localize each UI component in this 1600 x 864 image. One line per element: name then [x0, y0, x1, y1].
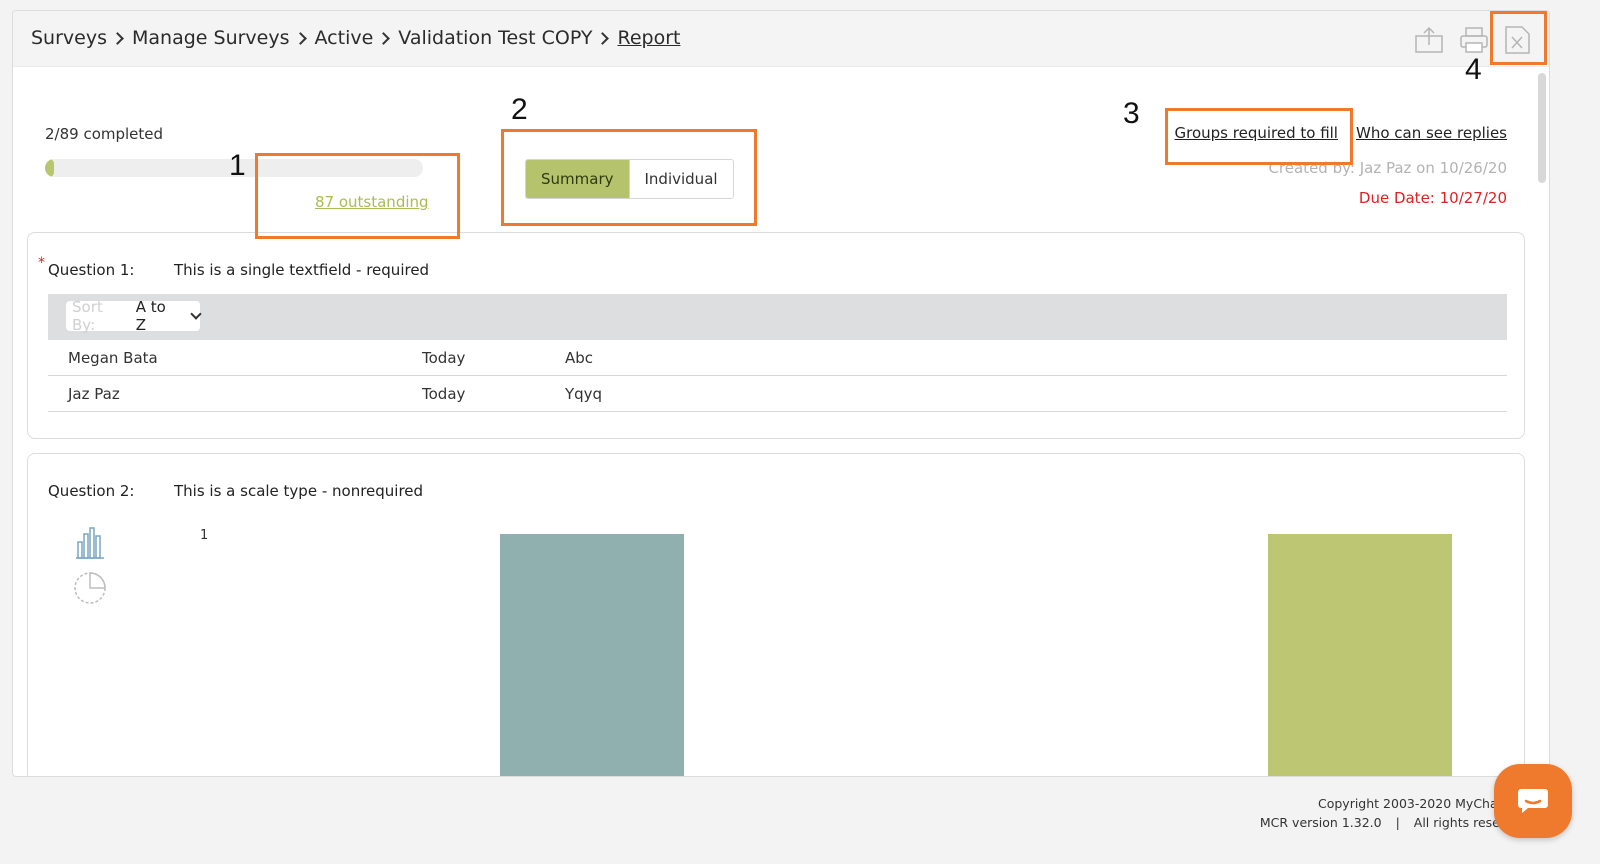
question-1-label: Question 1: — [48, 261, 135, 279]
y-tick-label: 1 — [200, 528, 208, 543]
annotation-box-4 — [1490, 11, 1547, 65]
sort-select[interactable]: Sort By: A to Z — [66, 298, 202, 334]
table-row: Megan Bata Today Abc — [48, 340, 1507, 376]
pie-chart-icon[interactable] — [72, 570, 108, 610]
footer-separator: | — [1395, 815, 1400, 830]
version-line: MCR version 1.32.0 | All rights reserved… — [1260, 813, 1532, 832]
respondent-name: Megan Bata — [68, 349, 158, 367]
chat-launcher-button[interactable] — [1494, 764, 1572, 838]
who-can-see-replies-link[interactable]: Who can see replies — [1356, 124, 1507, 142]
annotation-number-2: 2 — [511, 93, 528, 126]
version-text: MCR version 1.32.0 — [1259, 815, 1382, 830]
annotation-box-2 — [501, 129, 757, 226]
question-1-card: * Question 1: This is a single textfield… — [27, 232, 1525, 439]
report-panel: Surveys Manage Surveys Active Validation… — [12, 10, 1550, 777]
chart-bar-1 — [500, 534, 684, 776]
question-2-label: Question 2: — [48, 482, 135, 500]
chart-bar-2 — [1268, 534, 1452, 776]
page: Surveys Manage Surveys Active Validation… — [0, 0, 1600, 864]
annotation-number-1: 1 — [229, 149, 246, 182]
breadcrumb: Surveys Manage Surveys Active Validation… — [31, 27, 680, 49]
print-icon[interactable] — [1458, 25, 1490, 55]
breadcrumb-current-report[interactable]: Report — [617, 27, 680, 49]
sort-value: A to Z — [135, 298, 166, 334]
respondent-name: Jaz Paz — [68, 385, 120, 403]
question-2-card: Question 2: This is a scale type - nonre… — [27, 453, 1525, 776]
response-date: Today — [422, 349, 466, 367]
breadcrumb-surveys[interactable]: Surveys — [31, 27, 107, 49]
question-1-text: This is a single textfield - required — [174, 261, 430, 279]
question-2-bar-chart: 1 — [200, 528, 1452, 776]
chevron-right-icon — [596, 31, 610, 45]
annotation-number-4: 4 — [1465, 53, 1482, 86]
chevron-right-icon — [293, 31, 307, 45]
vertical-scrollbar[interactable] — [1538, 73, 1546, 183]
required-marker: * — [38, 255, 45, 271]
sort-bar: Sort By: A to Z — [48, 294, 1507, 340]
due-date-text: Due Date: 10/27/20 — [1358, 189, 1507, 207]
bar-chart-icon[interactable] — [72, 524, 108, 564]
completed-count: 2/89 completed — [45, 125, 164, 143]
response-date: Today — [422, 385, 466, 403]
breadcrumb-survey-name[interactable]: Validation Test COPY — [398, 27, 592, 49]
response-answer: Abc — [565, 349, 594, 367]
question-2-text: This is a scale type - nonrequired — [174, 482, 424, 500]
export-icon[interactable] — [1413, 25, 1445, 55]
footer: Copyright 2003-2020 MyChapterR MCR versi… — [1260, 794, 1532, 832]
chart-type-switcher — [72, 524, 108, 610]
annotation-box-1 — [255, 153, 460, 239]
chevron-right-icon — [377, 31, 391, 45]
chat-bubble-icon — [1518, 789, 1548, 813]
annotation-box-3 — [1165, 108, 1353, 165]
breadcrumb-manage-surveys[interactable]: Manage Surveys — [132, 27, 290, 49]
response-answer: Yqyq — [565, 385, 603, 403]
table-row: Jaz Paz Today Yqyq — [48, 376, 1507, 412]
breadcrumb-active[interactable]: Active — [315, 27, 374, 49]
copyright-text: Copyright 2003-2020 MyChapterR — [1317, 796, 1532, 811]
chevron-down-icon — [190, 308, 202, 320]
sort-placeholder: Sort By: — [72, 298, 103, 334]
annotation-number-3: 3 — [1123, 97, 1140, 130]
completion-progress-fill — [45, 159, 55, 177]
chevron-right-icon — [111, 31, 124, 45]
top-bar: Surveys Manage Surveys Active Validation… — [13, 11, 1549, 67]
